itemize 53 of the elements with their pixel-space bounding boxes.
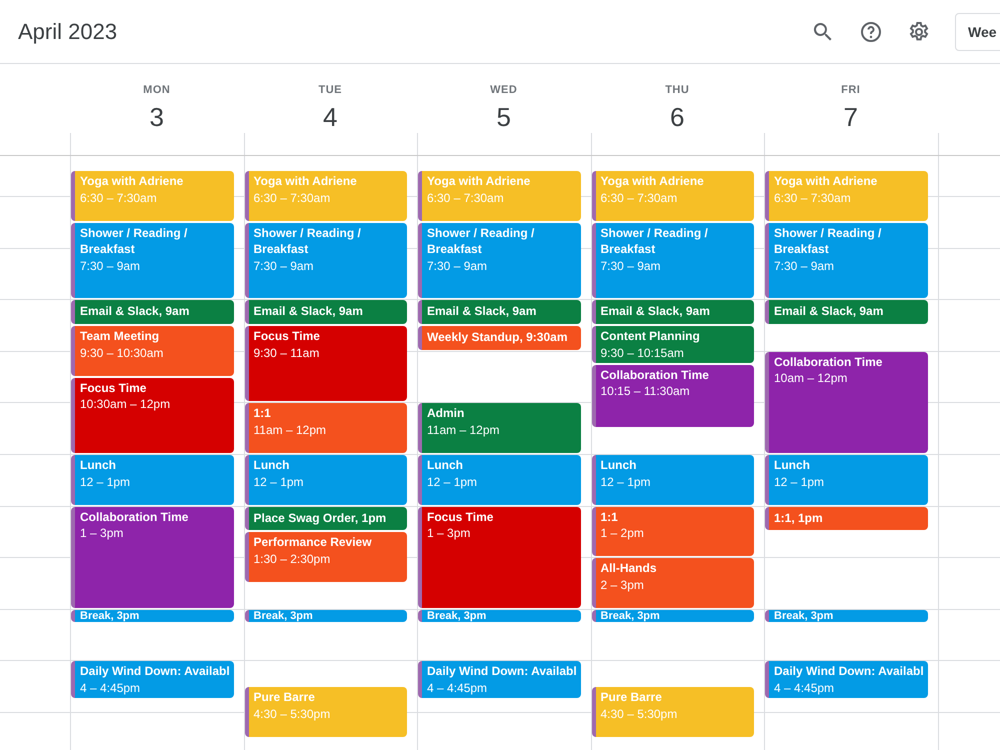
event-card[interactable]: Focus Time 1 – 3pm <box>418 506 580 608</box>
event-card[interactable]: Break, 3pm <box>765 610 928 622</box>
event-card[interactable]: 1:1 1 – 2pm <box>592 506 754 556</box>
event-card[interactable]: Break, 3pm <box>244 610 407 622</box>
date-number[interactable]: 7 <box>844 102 858 133</box>
event-card[interactable]: Shower / Reading / Breakfast 7:30 – 9am <box>244 222 407 298</box>
event-card[interactable]: Performance Review 1:30 – 2:30pm <box>244 532 407 582</box>
event-card[interactable]: Email & Slack, 9am <box>418 300 580 324</box>
event-card[interactable]: Lunch 12 – 1pm <box>592 455 754 505</box>
event-card[interactable]: Team Meeting 9:30 – 10:30am <box>71 326 234 376</box>
weekday-label: MON <box>143 84 170 96</box>
settings-icon[interactable] <box>907 20 931 44</box>
event-card[interactable]: Content Planning 9:30 – 10:15am <box>592 326 754 363</box>
event-card[interactable]: Lunch 12 – 1pm <box>765 455 928 505</box>
event-card[interactable]: Weekly Standup, 9:30am <box>418 326 580 350</box>
weekday-label: WED <box>490 84 518 96</box>
event-card[interactable]: Break, 3pm <box>71 610 234 622</box>
event-card[interactable]: Break, 3pm <box>592 610 754 622</box>
event-card[interactable]: Collaboration Time 10am – 12pm <box>765 352 928 454</box>
event-card[interactable]: Focus Time 10:30am – 12pm <box>71 378 234 454</box>
event-card[interactable]: Focus Time 9:30 – 11am <box>244 326 407 402</box>
event-card[interactable]: Email & Slack, 9am <box>592 300 754 324</box>
date-number[interactable]: 5 <box>496 102 511 133</box>
weekday-label: TUE <box>318 84 342 96</box>
date-number[interactable]: 4 <box>323 102 338 133</box>
date-number[interactable]: 6 <box>670 102 684 133</box>
event-card[interactable]: Place Swag Order, 1pm <box>244 506 407 530</box>
event-card[interactable]: Daily Wind Down: Availabl 4 – 4:45pm <box>71 661 234 698</box>
event-card[interactable]: 1:1, 1pm <box>765 506 928 530</box>
event-card[interactable]: All-Hands 2 – 3pm <box>592 558 754 608</box>
event-card[interactable]: Collaboration Time 10:15 – 11:30am <box>592 364 754 428</box>
event-card[interactable]: Email & Slack, 9am <box>244 300 407 324</box>
event-card[interactable]: Shower / Reading / Breakfast 7:30 – 9am <box>418 222 580 298</box>
weekday-label: THU <box>665 84 690 96</box>
view-dropdown[interactable]: Wee <box>955 12 1000 50</box>
event-card[interactable]: Lunch 12 – 1pm <box>71 455 234 505</box>
date-number[interactable]: 3 <box>150 102 164 133</box>
help-icon[interactable] <box>859 20 883 44</box>
event-card[interactable]: Admin 11am – 12pm <box>418 403 580 454</box>
month-title: April 2023 <box>18 18 118 44</box>
weekday-label: FRI <box>841 84 860 96</box>
event-card[interactable]: Shower / Reading / Breakfast 7:30 – 9am <box>71 222 234 298</box>
event-card[interactable]: Lunch 12 – 1pm <box>244 455 407 505</box>
event-card[interactable]: Break, 3pm <box>418 610 580 622</box>
event-card[interactable]: Daily Wind Down: Availabl 4 – 4:45pm <box>765 661 928 698</box>
event-card[interactable]: Shower / Reading / Breakfast 7:30 – 9am <box>592 222 754 298</box>
event-card[interactable]: Email & Slack, 9am <box>71 300 234 324</box>
event-card[interactable]: Daily Wind Down: Availabl 4 – 4:45pm <box>418 661 580 698</box>
event-card[interactable]: Lunch 12 – 1pm <box>418 455 580 505</box>
event-card[interactable]: Email & Slack, 9am <box>765 300 928 324</box>
event-card[interactable]: Collaboration Time 1 – 3pm <box>71 506 234 608</box>
event-card[interactable]: 1:1 11am – 12pm <box>244 403 407 454</box>
event-card[interactable]: Shower / Reading / Breakfast 7:30 – 9am <box>765 222 928 298</box>
